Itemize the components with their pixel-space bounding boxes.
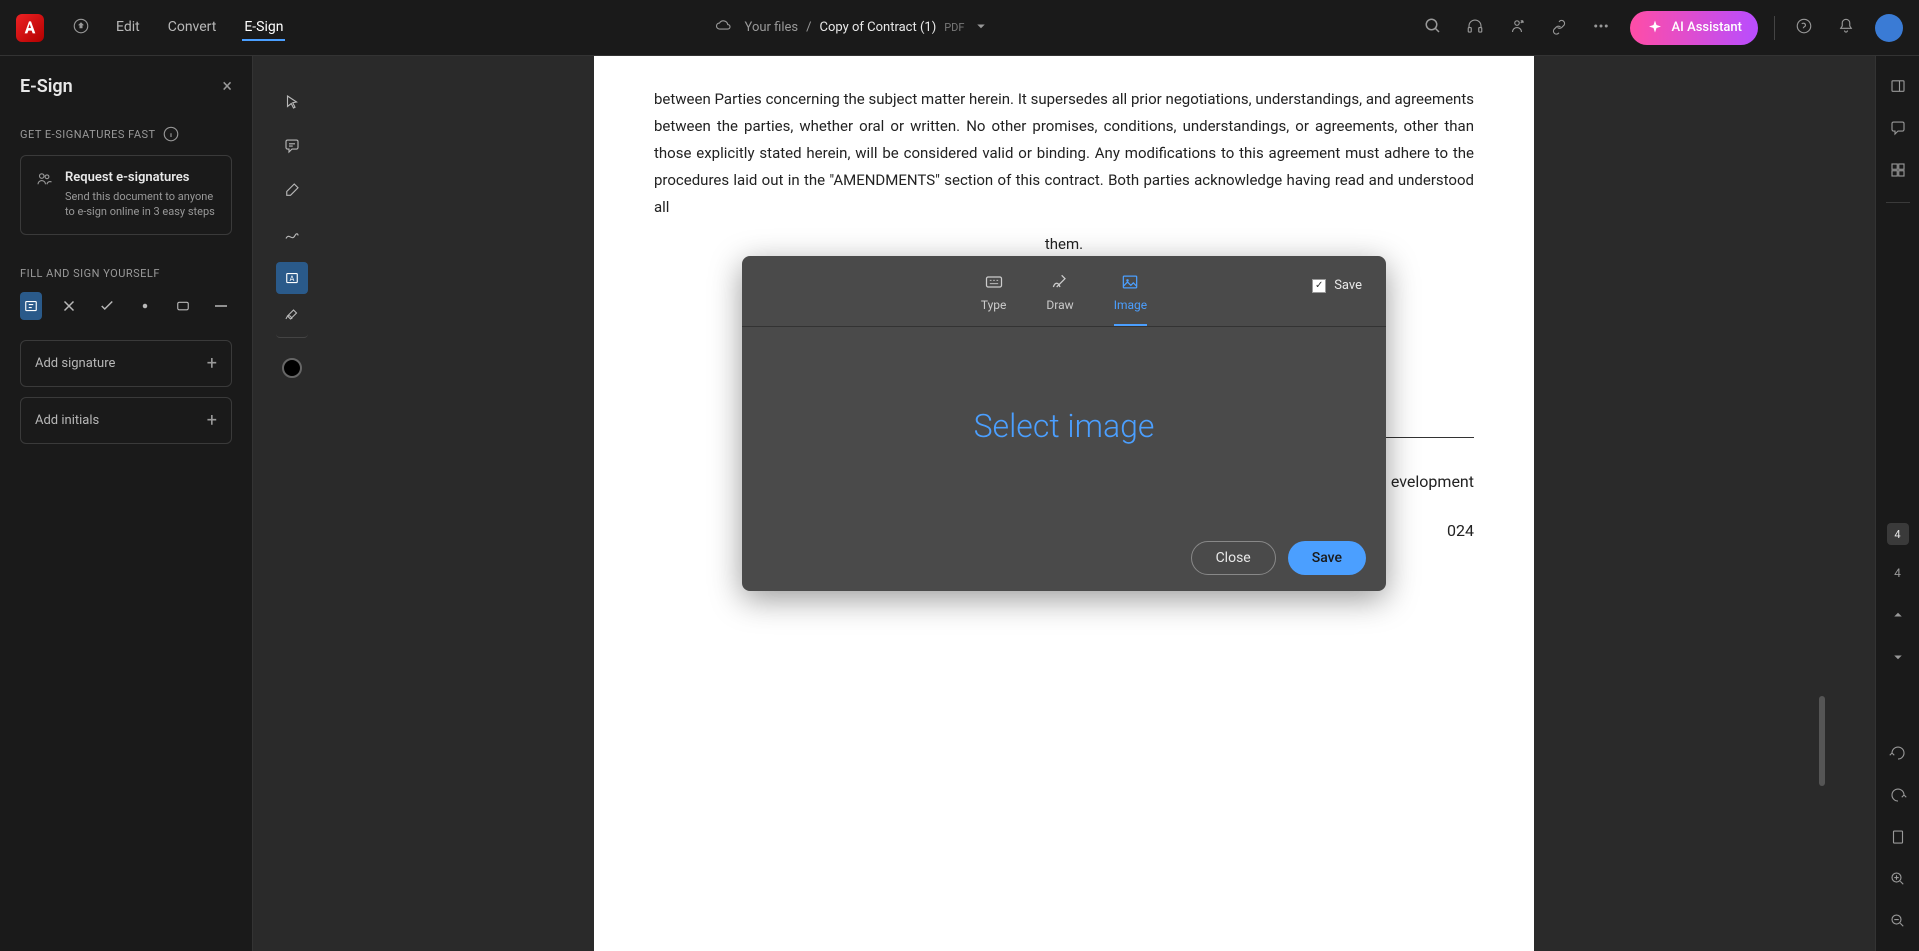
- grid-icon[interactable]: [1884, 156, 1912, 184]
- divider: [1886, 202, 1910, 203]
- ai-assistant-label: AI Assistant: [1672, 20, 1742, 35]
- info-icon[interactable]: [162, 125, 180, 143]
- line-tool[interactable]: [210, 292, 232, 320]
- close-sidebar-icon[interactable]: ×: [222, 76, 232, 97]
- panel-icon[interactable]: [1884, 72, 1912, 100]
- menu-convert[interactable]: Convert: [166, 15, 219, 41]
- save-button[interactable]: Save: [1288, 541, 1366, 575]
- page-up-icon[interactable]: [1884, 601, 1912, 629]
- x-mark-tool[interactable]: [58, 292, 80, 320]
- text-tool[interactable]: [20, 292, 42, 320]
- zoom-out-icon[interactable]: [1884, 907, 1912, 935]
- modal-tabs: Type Draw Image ✓ Save: [742, 256, 1386, 326]
- signatures-section-label: GET E-SIGNATURES FAST: [20, 125, 232, 143]
- sidebar-title: E-Sign: [20, 76, 73, 97]
- rotate-left-icon[interactable]: [1884, 739, 1912, 767]
- request-card-title: Request e-signatures: [65, 170, 217, 185]
- add-initials-label: Add initials: [35, 413, 99, 428]
- breadcrumb-files[interactable]: Your files: [745, 20, 799, 35]
- fill-sign-toolbar: [20, 292, 232, 320]
- help-icon[interactable]: [1791, 13, 1817, 43]
- main-menu: Edit Convert E-Sign: [114, 15, 285, 41]
- current-page-indicator[interactable]: 4: [1887, 523, 1909, 545]
- save-checkbox[interactable]: ✓ Save: [1312, 278, 1362, 293]
- modal-footer: Close Save: [742, 525, 1386, 591]
- close-button[interactable]: Close: [1191, 541, 1276, 575]
- checkmark-tool[interactable]: [96, 292, 118, 320]
- link-icon[interactable]: [1546, 13, 1572, 43]
- rotate-right-icon[interactable]: [1884, 781, 1912, 809]
- signature-modal-overlay: Type Draw Image ✓ Save: [253, 56, 1875, 951]
- request-card-desc: Send this document to anyone to e-sign o…: [65, 189, 217, 220]
- home-icon[interactable]: [68, 13, 94, 43]
- modal-content-area: Select image: [742, 326, 1386, 525]
- right-panel-toolbar: 4 4: [1875, 56, 1919, 951]
- user-avatar[interactable]: [1875, 14, 1903, 42]
- request-signatures-card[interactable]: Request e-signatures Send this document …: [20, 155, 232, 235]
- share-icon[interactable]: [1504, 13, 1530, 43]
- search-icon[interactable]: [1420, 13, 1446, 43]
- page-down-icon[interactable]: [1884, 643, 1912, 671]
- add-signature-button[interactable]: Add signature +: [20, 340, 232, 387]
- fill-sign-section-label: FILL AND SIGN YOURSELF: [20, 267, 232, 280]
- breadcrumb-separator: /: [806, 20, 811, 35]
- add-initials-button[interactable]: Add initials +: [20, 397, 232, 444]
- zoom-in-icon[interactable]: [1884, 865, 1912, 893]
- headphones-icon[interactable]: [1462, 13, 1488, 43]
- ai-assistant-button[interactable]: AI Assistant: [1630, 11, 1758, 45]
- divider: [1774, 16, 1775, 40]
- signature-modal: Type Draw Image ✓ Save: [742, 256, 1386, 591]
- chat-icon[interactable]: [1884, 114, 1912, 142]
- select-image-button[interactable]: Select image: [782, 407, 1346, 445]
- adobe-logo[interactable]: [16, 14, 44, 42]
- checkbox-icon: ✓: [1312, 279, 1326, 293]
- people-icon: [35, 170, 53, 220]
- tab-type[interactable]: Type: [981, 272, 1007, 326]
- file-name[interactable]: Copy of Contract (1): [820, 20, 937, 35]
- fit-page-icon[interactable]: [1884, 823, 1912, 851]
- menu-esign[interactable]: E-Sign: [242, 15, 285, 41]
- top-menu-bar: Edit Convert E-Sign Your files / Copy of…: [0, 0, 1919, 56]
- plus-icon: +: [207, 410, 217, 431]
- chevron-down-icon[interactable]: [972, 17, 990, 39]
- tab-image[interactable]: Image: [1114, 272, 1147, 326]
- bell-icon[interactable]: [1833, 13, 1859, 43]
- page-count: 4: [1884, 559, 1912, 587]
- pdf-badge: PDF: [944, 21, 964, 34]
- plus-icon: +: [207, 353, 217, 374]
- top-right-actions: AI Assistant: [1420, 11, 1903, 45]
- more-icon[interactable]: [1588, 13, 1614, 43]
- menu-edit[interactable]: Edit: [114, 15, 142, 41]
- esign-sidebar: E-Sign × GET E-SIGNATURES FAST Request e…: [0, 56, 253, 951]
- tab-draw[interactable]: Draw: [1046, 272, 1073, 326]
- breadcrumb: Your files / Copy of Contract (1) PDF: [285, 17, 1419, 39]
- add-signature-label: Add signature: [35, 356, 115, 371]
- cloud-icon: [715, 17, 733, 39]
- circle-tool[interactable]: [172, 292, 194, 320]
- dot-tool[interactable]: [134, 292, 156, 320]
- document-viewport: between Parties concerning the subject m…: [253, 56, 1875, 951]
